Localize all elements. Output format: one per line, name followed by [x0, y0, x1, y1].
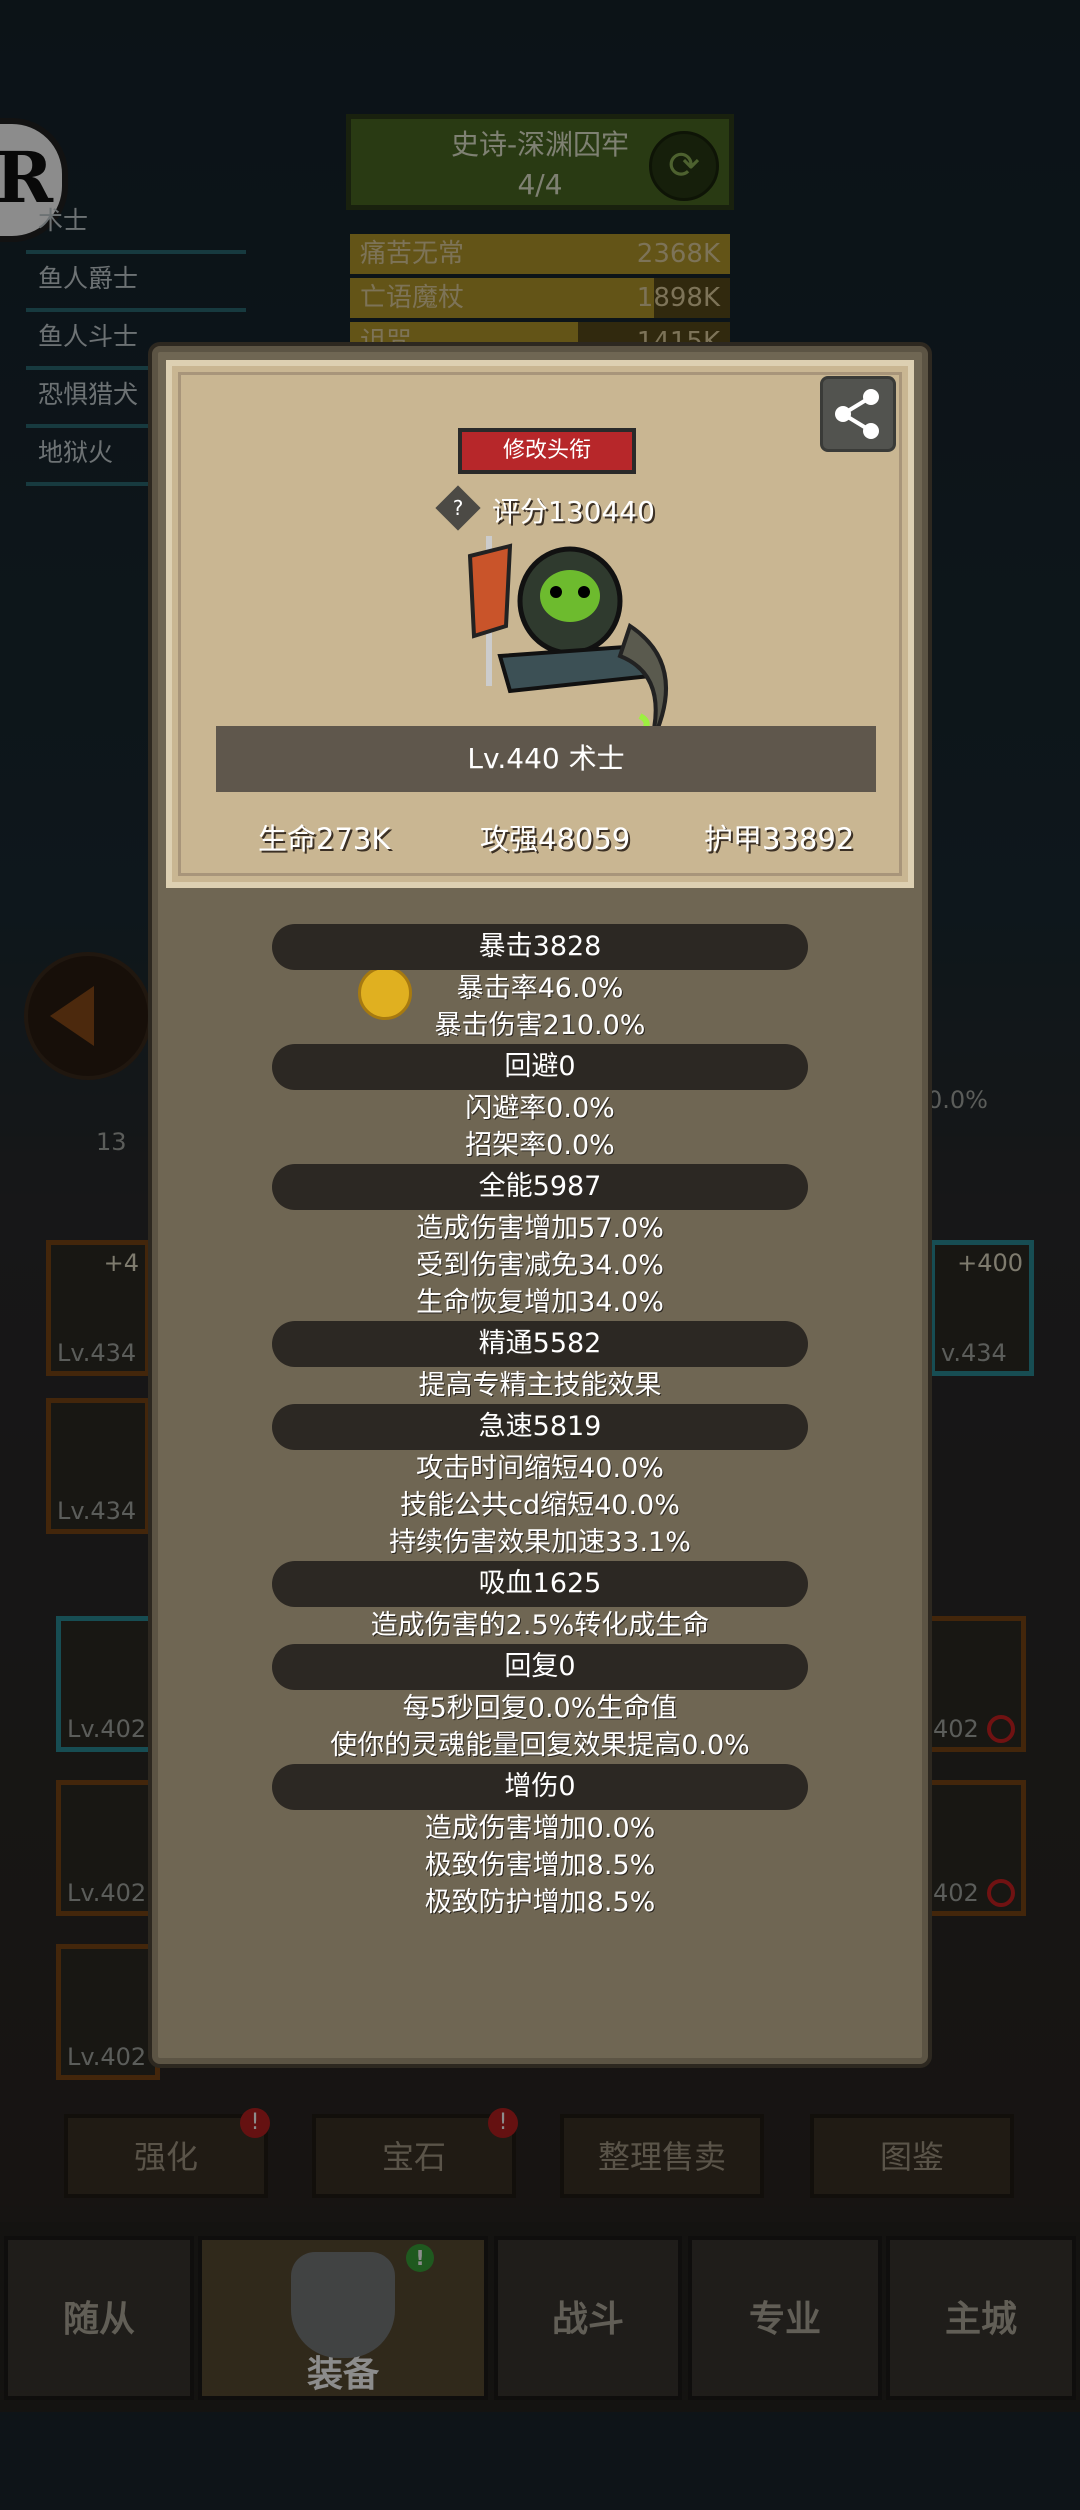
- stat-line: 极致伤害增加8.5%: [424, 1850, 656, 1881]
- stat-section-header: 精通5582: [272, 1321, 808, 1367]
- stat-line: 招架率0.0%: [465, 1130, 615, 1161]
- core-stats: 生命273K 攻强48059 护甲33892: [172, 816, 908, 866]
- stat-line: 极致防护增加8.5%: [424, 1887, 656, 1918]
- stat-line: 造成伤害增加0.0%: [424, 1813, 656, 1844]
- stat-section-header: 回复0: [272, 1644, 808, 1690]
- stat-section-header: 回避0: [272, 1044, 808, 1090]
- share-icon[interactable]: [820, 376, 896, 452]
- stat-line: 造成伤害的2.5%转化成生命: [370, 1610, 710, 1641]
- stat-line: 攻击时间缩短40.0%: [416, 1453, 664, 1484]
- stat-section-header: 急速5819: [272, 1404, 808, 1450]
- character-card: 修改头衔 ? 评分130440 Lv.440 术士 生命273K 攻强48059…: [166, 360, 914, 888]
- stat-section-header: 暴击3828: [272, 924, 808, 970]
- stat-line: 技能公共cd缩短40.0%: [400, 1490, 680, 1521]
- stat-line: 受到伤害减免34.0%: [416, 1250, 664, 1281]
- warlock-character-icon: [467, 536, 668, 751]
- stat-line: 暴击伤害210.0%: [434, 1010, 646, 1041]
- stat-section-header: 全能5987: [272, 1164, 808, 1210]
- hp-stat: 生命273K: [258, 822, 391, 856]
- stat-line: 生命恢复增加34.0%: [416, 1287, 664, 1318]
- stat-section-header: 增伤0: [272, 1764, 808, 1810]
- stat-line: 闪避率0.0%: [465, 1093, 615, 1124]
- stat-line: 每5秒回复0.0%生命值: [402, 1693, 678, 1724]
- level-class-bar: Lv.440 术士: [216, 726, 876, 792]
- stat-line: 提高专精主技能效果: [418, 1370, 662, 1401]
- rename-title-button[interactable]: 修改头衔: [458, 428, 636, 474]
- character-stats-modal: 修改头衔 ? 评分130440 Lv.440 术士 生命273K 攻强48059…: [152, 346, 928, 2064]
- stat-line: 造成伤害增加57.0%: [416, 1213, 664, 1244]
- attack-stat: 攻强48059: [480, 822, 631, 856]
- stat-line: 使你的灵魂能量回复效果提高0.0%: [330, 1730, 750, 1761]
- armor-stat: 护甲33892: [704, 822, 855, 856]
- stat-line: 持续伤害效果加速33.1%: [389, 1527, 691, 1558]
- stat-line: 暴击率46.0%: [456, 973, 624, 1004]
- stat-section-header: 吸血1625: [272, 1561, 808, 1607]
- stat-details: 暴击3828 暴击率46.0% 暴击伤害210.0% 回避0 闪避率0.0% 招…: [158, 924, 922, 1921]
